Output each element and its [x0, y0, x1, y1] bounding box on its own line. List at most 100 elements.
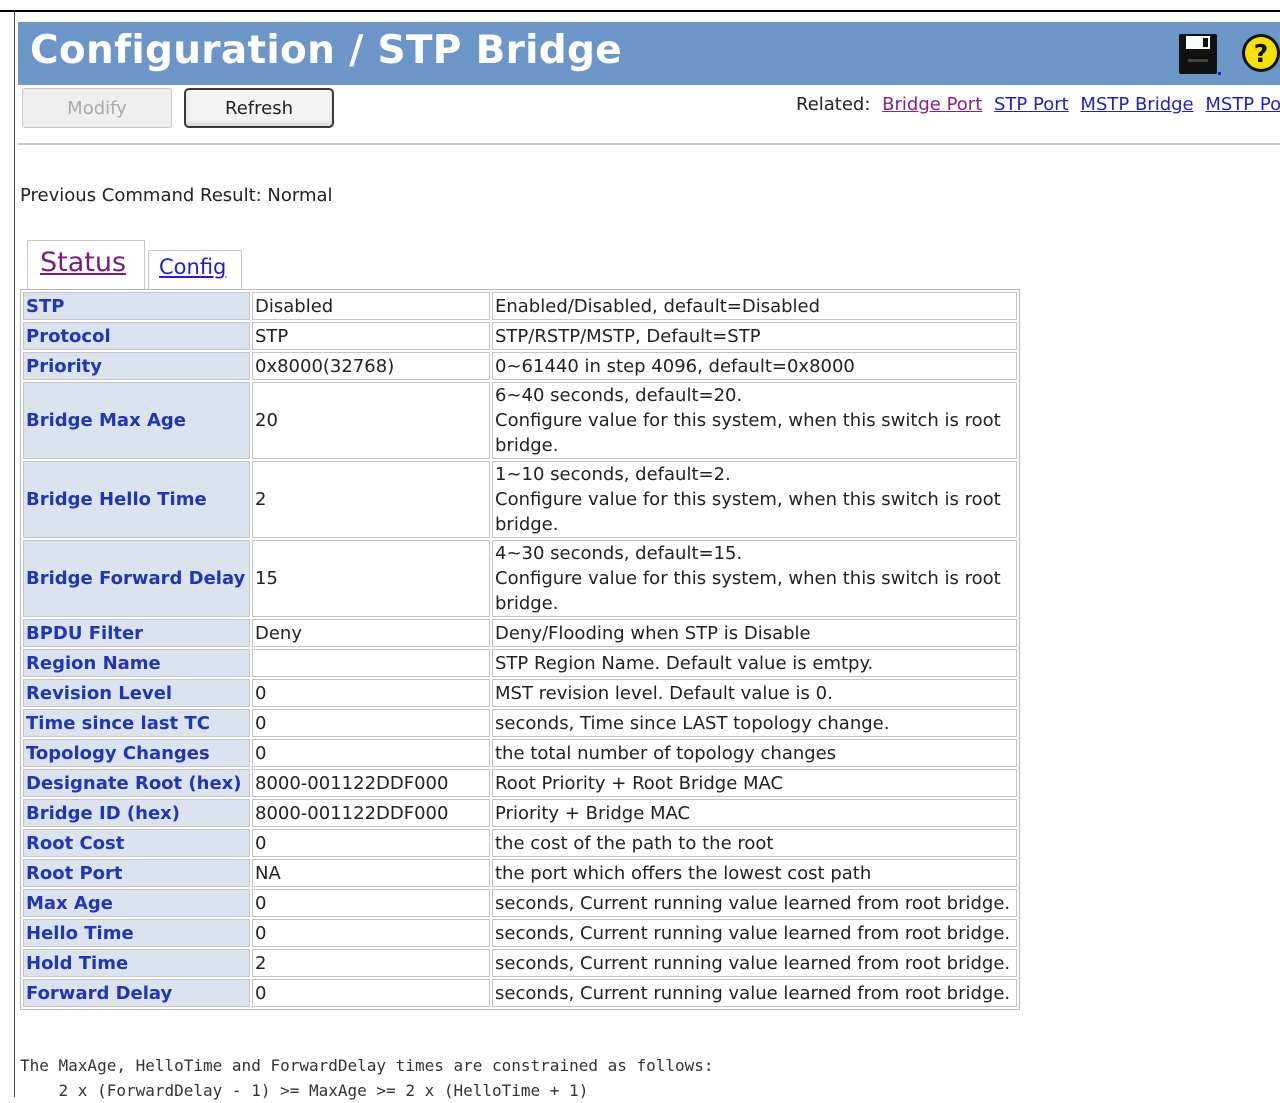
help-icon[interactable]: ? [1240, 32, 1280, 74]
row-label: Revision Level [23, 679, 250, 707]
row-description: seconds, Current running value learned f… [492, 979, 1017, 1007]
svg-text:?: ? [1254, 39, 1269, 68]
row-label: Root Cost [23, 829, 250, 857]
row-description: 0~61440 in step 4096, default=0x8000 [492, 352, 1017, 380]
divider [18, 143, 1280, 145]
table-row: Hold Time 2 seconds, Current running value… [23, 949, 1017, 977]
row-label: Bridge ID (hex) [23, 799, 250, 827]
tab-config-label: Config [159, 255, 227, 279]
row-description: 6~40 seconds, default=20. Configure valu… [492, 382, 1017, 459]
tab-status[interactable]: Status [27, 240, 145, 290]
refresh-button[interactable]: Refresh [184, 88, 334, 128]
row-label: Hold Time [23, 949, 250, 977]
row-description: Root Priority + Root Bridge MAC [492, 769, 1017, 797]
table-row: Max Age 0 seconds, Current running value l… [23, 889, 1017, 917]
table-row: Priority 0x8000(32768) 0~61440 in step 409… [23, 352, 1017, 380]
row-label: Topology Changes [23, 739, 250, 767]
title-bar: Configuration / STP Bridge ? [18, 22, 1280, 85]
row-value: 0 [252, 919, 490, 947]
related-link-stp-port[interactable]: STP Port [994, 94, 1069, 115]
table-row: Time since last TC 0 seconds, Time since L… [23, 709, 1017, 737]
table-row: Topology Changes 0 the total number of top… [23, 739, 1017, 767]
table-row: Region Name STP Region Name. Default valu… [23, 649, 1017, 677]
related-label: Related: [796, 94, 871, 115]
status-table-body: STP Disabled Enabled/Disabled, default=Dis… [23, 292, 1017, 1007]
related-link-bridge-port[interactable]: Bridge Port [882, 94, 982, 115]
row-description: Deny/Flooding when STP is Disable [492, 619, 1017, 647]
row-value: 0 [252, 709, 490, 737]
row-value: NA [252, 859, 490, 887]
row-value: Disabled [252, 292, 490, 320]
row-description: Enabled/Disabled, default=Disabled [492, 292, 1017, 320]
row-label: STP [23, 292, 250, 320]
row-label: Region Name [23, 649, 250, 677]
row-description: seconds, Current running value learned f… [492, 919, 1017, 947]
row-label: Max Age [23, 889, 250, 917]
table-row: STP Disabled Enabled/Disabled, default=Dis… [23, 292, 1017, 320]
constraint-note: The MaxAge, HelloTime and ForwardDelay t… [20, 1053, 714, 1103]
table-row: Root Cost 0 the cost of the path to the ro… [23, 829, 1017, 857]
row-description: STP Region Name. Default value is emtpy. [492, 649, 1017, 677]
previous-command-result: Previous Command Result: Normal [20, 185, 333, 206]
table-row: Designate Root (hex) 8000-001122DDF000 Roo… [23, 769, 1017, 797]
row-value: 0 [252, 889, 490, 917]
row-description: the cost of the path to the root [492, 829, 1017, 857]
table-row: Forward Delay 0 seconds, Current running v… [23, 979, 1017, 1007]
row-value: 15 [252, 540, 490, 617]
row-description: seconds, Time since LAST topology change… [492, 709, 1017, 737]
row-value: 0 [252, 679, 490, 707]
row-description: MST revision level. Default value is 0. [492, 679, 1017, 707]
table-row: Root Port NA the port which offers the low… [23, 859, 1017, 887]
table-row: BPDU Filter Deny Deny/Flooding when STP is… [23, 619, 1017, 647]
tab-config[interactable]: Config [148, 250, 242, 290]
row-description: 1~10 seconds, default=2. Configure value… [492, 461, 1017, 538]
constraint-note-line-1: The MaxAge, HelloTime and ForwardDelay t… [20, 1056, 714, 1075]
modify-button[interactable]: Modify [22, 88, 172, 128]
row-value: 8000-001122DDF000 [252, 799, 490, 827]
constraint-note-line-2: 2 x (ForwardDelay - 1) >= MaxAge >= 2 x … [20, 1081, 589, 1100]
table-row: Protocol STP STP/RSTP/MSTP, Default=STP [23, 322, 1017, 350]
row-label: Designate Root (hex) [23, 769, 250, 797]
row-description: Priority + Bridge MAC [492, 799, 1017, 827]
row-description: the port which offers the lowest cost pa… [492, 859, 1017, 887]
row-value: 0 [252, 829, 490, 857]
row-label: Protocol [23, 322, 250, 350]
row-label: Root Port [23, 859, 250, 887]
related-links: Related: Bridge Port STP Port MSTP Bridg… [796, 94, 1280, 115]
table-row: Revision Level 0 MST revision level. Defau… [23, 679, 1017, 707]
row-label: Bridge Max Age [23, 382, 250, 459]
table-row: Bridge Hello Time 2 1~10 seconds, default=… [23, 461, 1017, 538]
window-top-border [0, 10, 1280, 12]
row-description: seconds, Current running value learned f… [492, 889, 1017, 917]
row-value: STP [252, 322, 490, 350]
tab-status-label: Status [40, 247, 127, 278]
row-label: Priority [23, 352, 250, 380]
page-title: Configuration / STP Bridge [30, 28, 622, 73]
table-row: Bridge ID (hex) 8000-001122DDF000 Priority… [23, 799, 1017, 827]
row-value: 20 [252, 382, 490, 459]
row-label: Bridge Forward Delay [23, 540, 250, 617]
row-value: Deny [252, 619, 490, 647]
row-label: Time since last TC [23, 709, 250, 737]
row-description: STP/RSTP/MSTP, Default=STP [492, 322, 1017, 350]
row-value: 8000-001122DDF000 [252, 769, 490, 797]
related-link-mstp-port[interactable]: MSTP Port [1205, 94, 1280, 115]
row-description: seconds, Current running value learned f… [492, 949, 1017, 977]
row-label: Hello Time [23, 919, 250, 947]
row-description: the total number of topology changes [492, 739, 1017, 767]
row-label: BPDU Filter [23, 619, 250, 647]
save-icon[interactable] [1176, 32, 1224, 78]
table-row: Hello Time 0 seconds, Current running valu… [23, 919, 1017, 947]
row-value: 0 [252, 979, 490, 1007]
row-value: 0 [252, 739, 490, 767]
row-label: Forward Delay [23, 979, 250, 1007]
row-description: 4~30 seconds, default=15. Configure valu… [492, 540, 1017, 617]
row-value [252, 649, 490, 677]
table-row: Bridge Max Age 20 6~40 seconds, default=20… [23, 382, 1017, 459]
row-value: 2 [252, 949, 490, 977]
row-label: Bridge Hello Time [23, 461, 250, 538]
table-row: Bridge Forward Delay 15 4~30 seconds, defa… [23, 540, 1017, 617]
stp-bridge-status-table: STP Disabled Enabled/Disabled, default=Dis… [20, 289, 1020, 1010]
related-link-mstp-bridge[interactable]: MSTP Bridge [1080, 94, 1193, 115]
row-value: 0x8000(32768) [252, 352, 490, 380]
